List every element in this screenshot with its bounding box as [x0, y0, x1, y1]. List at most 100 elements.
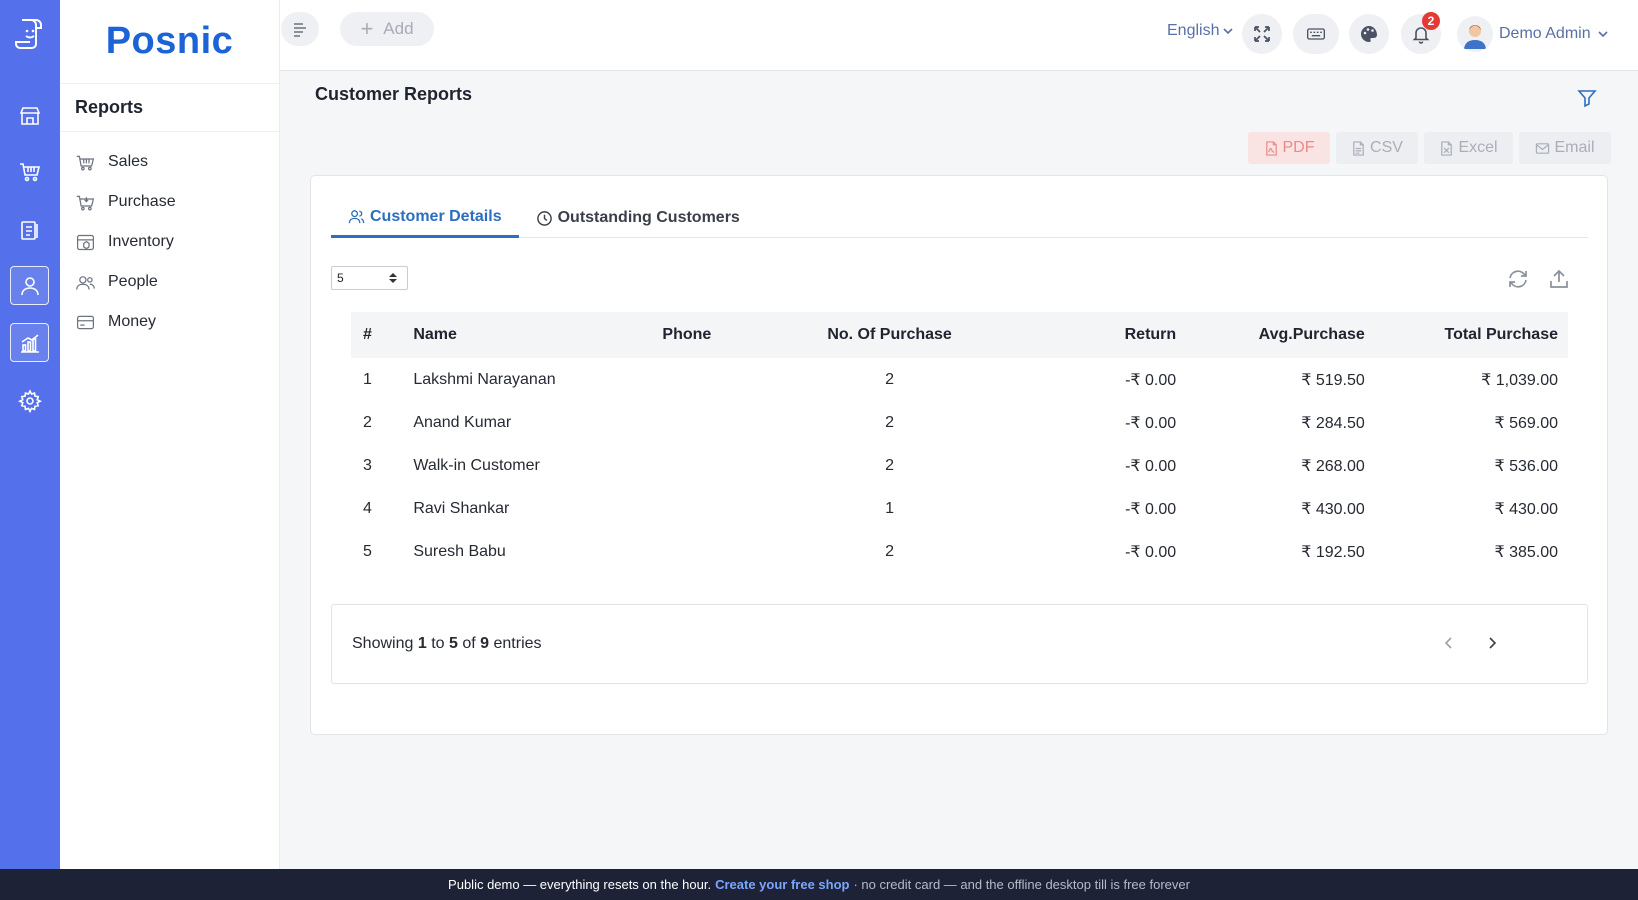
sidebar-item-label: Inventory [108, 233, 174, 250]
cell-total-purchase: ₹ 569.00 [1494, 414, 1558, 432]
cell-total-purchase: ₹ 536.00 [1494, 457, 1558, 475]
table-row[interactable]: 2 Anand Kumar 2 -₹ 0.00 ₹ 284.50 ₹ 569.0… [351, 401, 1568, 444]
fullscreen-button[interactable] [1242, 14, 1282, 54]
pagination-showing: Showing [352, 635, 414, 652]
report-tabs: Customer Details Outstanding Customers [331, 198, 1588, 238]
app-logo-icon[interactable] [12, 14, 48, 50]
rail-clipboard-button[interactable] [10, 210, 49, 249]
cell-return: -₹ 0.00 [1125, 457, 1177, 475]
sort-caret-icon [389, 273, 397, 283]
export-email-button[interactable]: Email [1519, 132, 1611, 164]
column-header-avg-purchase[interactable]: Avg.Purchase [1176, 326, 1365, 344]
filter-icon[interactable] [1576, 87, 1598, 109]
table-row[interactable]: 1 Lakshmi Narayanan 2 -₹ 0.00 ₹ 519.50 ₹… [351, 358, 1568, 401]
cell-name: Walk-in Customer [413, 456, 540, 474]
sidebar-item-inventory[interactable]: Inventory [60, 222, 279, 262]
icon-rail [0, 0, 60, 869]
pagination-summary: Showing 1 to 5 of 9 entries [352, 635, 542, 653]
upload-icon[interactable] [1547, 267, 1571, 291]
cell-total-purchase: ₹ 430.00 [1494, 500, 1558, 518]
fullscreen-icon [1254, 26, 1270, 42]
cell-return: -₹ 0.00 [1125, 371, 1177, 389]
column-header-total-purchase[interactable]: Total Purchase [1365, 326, 1568, 344]
rail-settings-button[interactable] [10, 381, 49, 420]
menu-toggle-button[interactable] [281, 12, 319, 46]
export-pdf-label: PDF [1282, 139, 1315, 156]
cell-avg-purchase: ₹ 519.50 [1301, 371, 1365, 389]
cell-name: Lakshmi Narayanan [413, 370, 556, 388]
sidebar-item-money[interactable]: Money [60, 302, 279, 342]
keyboard-icon [1307, 28, 1325, 40]
rail-reports-button[interactable] [10, 323, 49, 362]
sidebar-item-label: Purchase [108, 193, 176, 210]
demo-banner: Public demo — everything resets on the h… [0, 869, 1638, 900]
pagination-of-word: of [462, 635, 476, 652]
add-button[interactable]: + Add [340, 12, 434, 46]
brand-logo[interactable]: Posnic [60, 0, 279, 84]
sidebar-item-label: Sales [108, 153, 149, 170]
create-shop-link[interactable]: Create your free shop [715, 877, 849, 892]
column-header-name[interactable]: Name [411, 326, 634, 344]
cell-avg-purchase: ₹ 430.00 [1301, 500, 1365, 518]
refresh-icon[interactable] [1506, 267, 1530, 291]
report-card: Customer Details Outstanding Customers 5… [310, 175, 1608, 735]
export-toolbar: PDF CSV Excel Email [1248, 132, 1611, 164]
language-label: English [1167, 22, 1220, 39]
cell-purchases: 1 [885, 499, 895, 517]
previous-page-icon[interactable] [1439, 633, 1459, 653]
theme-button[interactable] [1349, 14, 1389, 54]
chevron-down-icon [1598, 31, 1608, 38]
table-row[interactable]: 3 Walk-in Customer 2 -₹ 0.00 ₹ 268.00 ₹ … [351, 444, 1568, 487]
column-header-purchases[interactable]: No. Of Purchase [776, 326, 1004, 344]
user-name: Demo Admin [1499, 25, 1591, 42]
export-excel-button[interactable]: Excel [1424, 132, 1513, 164]
sidebar-item-purchase[interactable]: Purchase [60, 182, 279, 222]
tab-outstanding-customers[interactable]: Outstanding Customers [519, 198, 757, 238]
keyboard-shortcuts-button[interactable] [1293, 14, 1339, 54]
sidebar-item-people[interactable]: People [60, 262, 279, 302]
users-icon [348, 210, 365, 224]
table-header-row: # Name Phone No. Of Purchase Return Avg.… [351, 312, 1568, 358]
rail-people-button[interactable] [10, 266, 49, 305]
page-size-value: 5 [337, 271, 344, 285]
user-avatar-icon [1464, 25, 1486, 49]
pagination-from: 1 [417, 635, 427, 652]
file-excel-icon [1441, 140, 1453, 156]
export-pdf-button[interactable]: PDF [1248, 132, 1330, 164]
notifications-button[interactable]: 2 [1401, 12, 1441, 54]
cell-name: Suresh Babu [413, 542, 506, 560]
cell-name: Anand Kumar [413, 413, 512, 431]
cart-icon [19, 162, 40, 181]
box-icon [77, 234, 94, 250]
cell-total-purchase: ₹ 1,039.00 [1481, 371, 1558, 389]
pagination-to: 5 [448, 635, 458, 652]
cell-total-purchase: ₹ 385.00 [1494, 543, 1558, 561]
table-row[interactable]: 5 Suresh Babu 2 -₹ 0.00 ₹ 192.50 ₹ 385.0… [351, 530, 1568, 573]
pagination-bar: Showing 1 to 5 of 9 entries [331, 604, 1588, 684]
cell-index: 1 [363, 370, 372, 388]
page-size-select[interactable]: 5 [331, 266, 408, 290]
sidebar-title: Reports [60, 84, 279, 132]
cart-icon [76, 195, 95, 210]
pagination-entries: entries [493, 635, 542, 652]
page-title: Customer Reports [315, 84, 473, 104]
language-select[interactable]: English [1167, 22, 1234, 40]
cell-index: 5 [363, 542, 372, 560]
rail-store-button[interactable] [10, 96, 49, 135]
column-header-return[interactable]: Return [1003, 326, 1177, 344]
pagination-to-word: to [431, 635, 445, 652]
cell-avg-purchase: ₹ 192.50 [1301, 543, 1365, 561]
top-bar: + Add English 2 Demo Admin [280, 0, 1638, 71]
column-header-index[interactable]: # [351, 326, 411, 344]
tab-customer-details[interactable]: Customer Details [331, 198, 519, 238]
rail-cart-button[interactable] [10, 152, 49, 191]
column-header-phone[interactable]: Phone [634, 326, 775, 344]
user-menu[interactable]: Demo Admin [1457, 16, 1609, 52]
table-row[interactable]: 4 Ravi Shankar 1 -₹ 0.00 ₹ 430.00 ₹ 430.… [351, 487, 1568, 530]
pagination-total: 9 [480, 635, 490, 652]
export-csv-button[interactable]: CSV [1336, 132, 1418, 164]
next-page-icon[interactable] [1482, 633, 1502, 653]
sidebar-item-sales[interactable]: Sales [60, 142, 279, 182]
envelope-icon [1536, 142, 1550, 154]
cell-index: 4 [363, 499, 372, 517]
